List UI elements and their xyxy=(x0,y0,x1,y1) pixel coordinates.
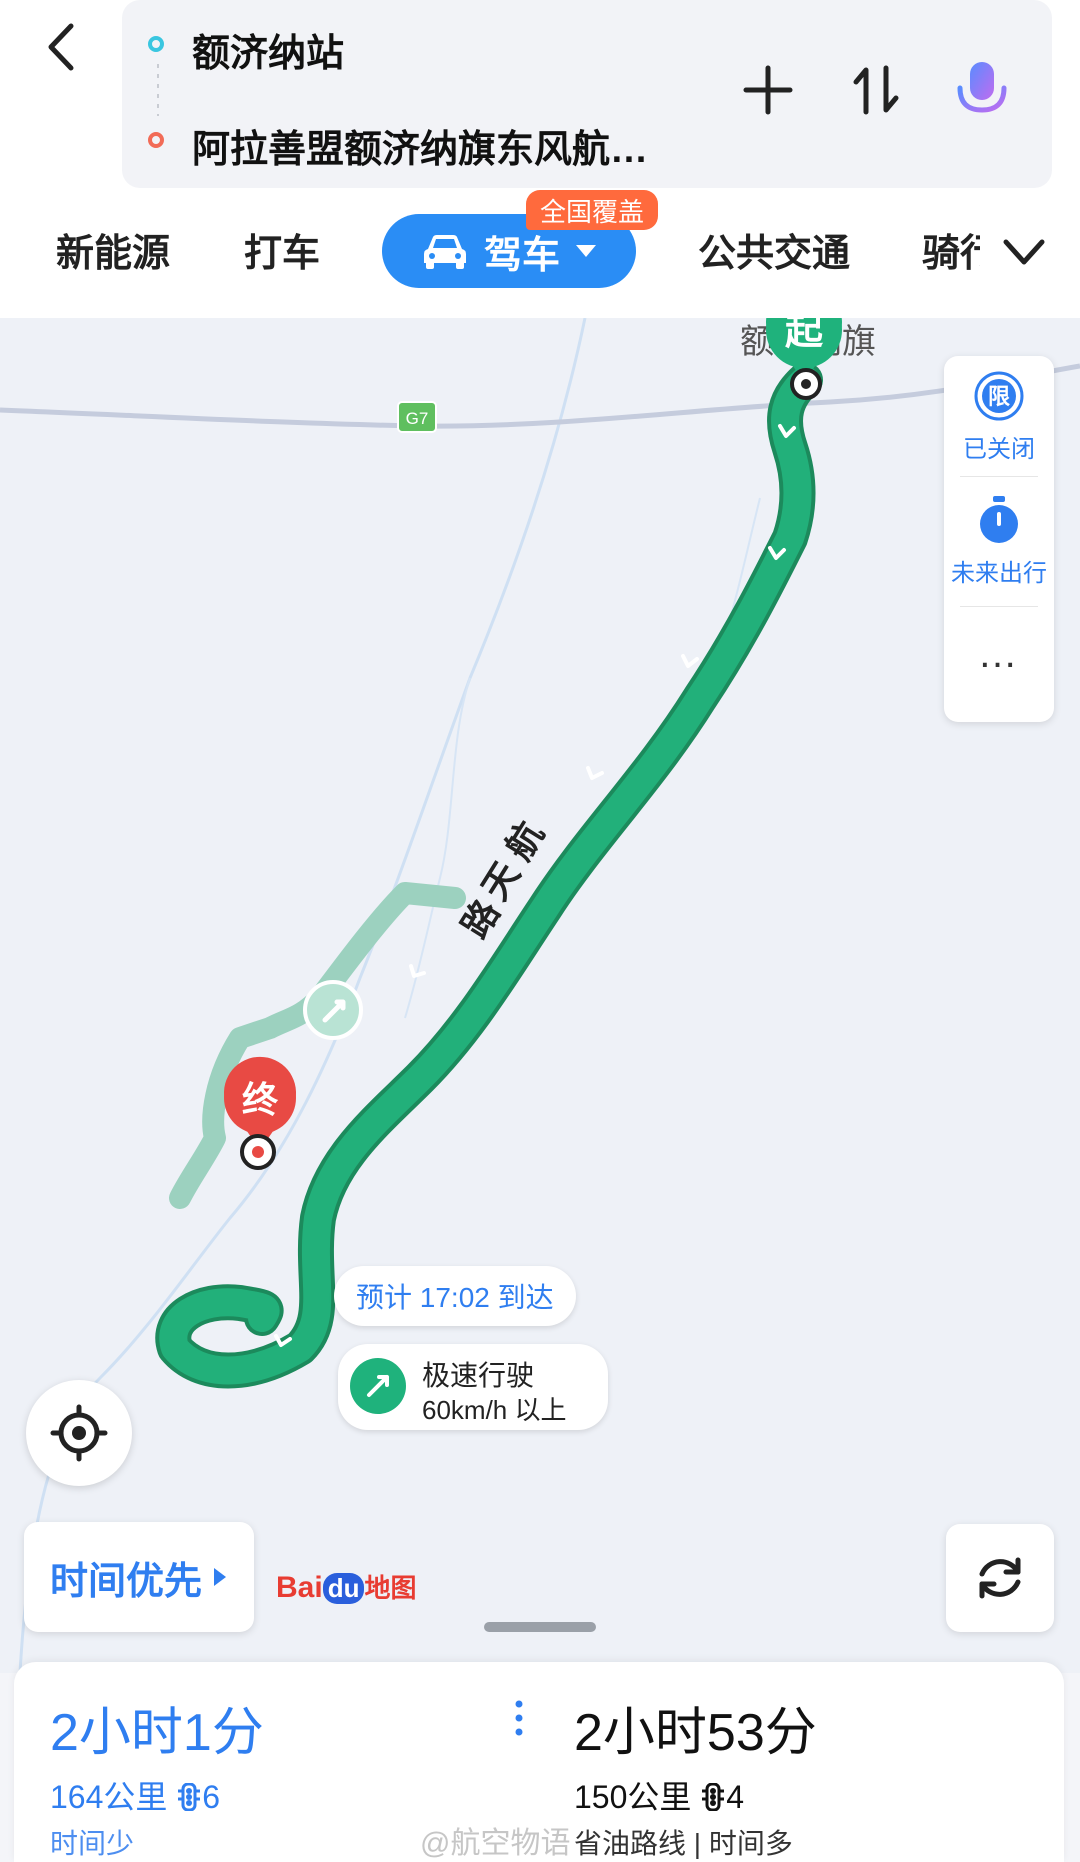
future-travel-label: 未来出行 xyxy=(951,560,1047,587)
nationwide-coverage-badge: 全国覆盖 xyxy=(526,190,659,230)
back-button[interactable] xyxy=(30,12,90,82)
locate-me-button[interactable] xyxy=(26,1380,132,1486)
crosshair-icon xyxy=(50,1404,108,1462)
map-canvas[interactable]: G7 额济纳旗 航 天 路 xyxy=(0,318,1080,1673)
restriction-toggle[interactable]: 限 已关闭 xyxy=(944,370,1054,464)
plan-traffic-lights: 4 xyxy=(726,1779,745,1815)
caret-right-icon xyxy=(214,1568,226,1586)
swap-icon xyxy=(853,65,899,115)
alternative-route[interactable] xyxy=(169,882,466,1209)
tab-drive-label: 驾车 xyxy=(483,234,560,277)
watermark: @航空物语 xyxy=(420,1827,571,1860)
tab-taxi[interactable]: 打车 xyxy=(244,222,320,277)
plan-duration: 2小时53分 xyxy=(574,1704,817,1762)
logo-map: 地图 xyxy=(364,1573,417,1603)
restriction-icon: 限 xyxy=(974,371,1024,421)
time-priority-button[interactable]: 时间优先 xyxy=(24,1522,254,1632)
plan-distance-row: 150公里 4 xyxy=(574,1772,744,1818)
car-icon xyxy=(423,235,466,269)
plus-icon xyxy=(743,65,793,115)
caret-down-icon xyxy=(576,245,596,257)
plan-distance: 164公里 xyxy=(50,1779,168,1815)
microphone-icon xyxy=(957,62,1007,123)
side-divider xyxy=(960,476,1038,477)
tab-new-energy[interactable]: 新能源 xyxy=(56,222,170,277)
route-connector xyxy=(157,64,159,116)
future-travel-button[interactable]: 未来出行 xyxy=(944,494,1054,588)
plan-traffic-lights: 6 xyxy=(202,1779,221,1815)
tab-public-transit[interactable]: 公共交通 xyxy=(698,222,850,277)
plan-distance: 150公里 xyxy=(574,1779,692,1815)
more-options-button[interactable]: … xyxy=(944,632,1054,677)
route-plan-card[interactable]: 2小时53分 150公里 4 省油路线 | 时间多 xyxy=(574,1662,1034,1862)
plan-divider-icon xyxy=(515,1700,523,1736)
eta-bubble[interactable]: 预计 17:02 到达 xyxy=(334,1266,576,1326)
side-divider xyxy=(960,606,1038,607)
chevron-left-icon xyxy=(48,23,74,71)
destination-dot-icon xyxy=(148,132,164,148)
baidu-map-logo: Bai du 地图 xyxy=(276,1568,416,1605)
refresh-icon xyxy=(979,1557,1021,1599)
voice-input-button[interactable] xyxy=(952,58,1012,124)
end-pin[interactable]: 终 xyxy=(224,1056,296,1170)
map-view[interactable]: G7 额济纳旗 航 天 路 xyxy=(0,318,1080,1673)
tab-bike[interactable]: 骑行 xyxy=(922,222,980,277)
add-waypoint-button[interactable] xyxy=(740,62,796,118)
swap-route-button[interactable] xyxy=(848,62,904,118)
road-name-char-1: 航 xyxy=(498,815,552,867)
traffic-light-icon xyxy=(178,1782,201,1812)
origin-text: 额济纳站 xyxy=(192,33,345,75)
route-input-box: 额济纳站 阿拉善盟额济纳旗东风航… xyxy=(122,0,1052,188)
start-pin-label: 起 xyxy=(785,318,824,353)
sheet-drag-handle[interactable] xyxy=(484,1622,596,1632)
logo-du: du xyxy=(322,1573,365,1604)
fast-route-marker[interactable] xyxy=(303,980,363,1040)
map-side-panel: 限 已关闭 未来出行 … xyxy=(944,356,1054,722)
restriction-icon-text: 限 xyxy=(988,384,1010,409)
restriction-label: 已关闭 xyxy=(963,436,1035,463)
end-pin-label: 终 xyxy=(242,1079,279,1120)
highway-shield-g7: G7 xyxy=(397,401,437,433)
refresh-route-button[interactable] xyxy=(946,1524,1054,1632)
traffic-light-icon xyxy=(702,1782,725,1812)
plan-duration: 2小时1分 xyxy=(50,1704,264,1762)
stopwatch-icon xyxy=(980,496,1018,543)
rocket-icon xyxy=(350,1358,406,1414)
speed-info-bubble[interactable]: 极速行驶 60km/h 以上 xyxy=(338,1344,608,1430)
destination-text: 阿拉善盟额济纳旗东风航… xyxy=(192,129,649,171)
route-plan-card[interactable]: 2小时1分 164公里 6 时间少 xyxy=(50,1662,470,1862)
plan-tag: 省油路线 | 时间多 xyxy=(574,1828,793,1859)
plan-distance-row: 164公里 6 xyxy=(50,1772,220,1818)
time-priority-label: 时间优先 xyxy=(49,1560,202,1603)
speed-title: 极速行驶 xyxy=(422,1360,535,1391)
expand-modes-button[interactable] xyxy=(1000,232,1048,272)
route-direction-arrows xyxy=(274,424,796,1347)
highway-label: G7 xyxy=(406,409,429,428)
chevron-down-icon xyxy=(1003,239,1045,265)
speed-detail: 60km/h 以上 xyxy=(422,1395,567,1425)
origin-dot-icon xyxy=(148,36,164,52)
logo-bai: Bai xyxy=(276,1571,323,1604)
plan-tag: 时间少 xyxy=(50,1828,135,1859)
